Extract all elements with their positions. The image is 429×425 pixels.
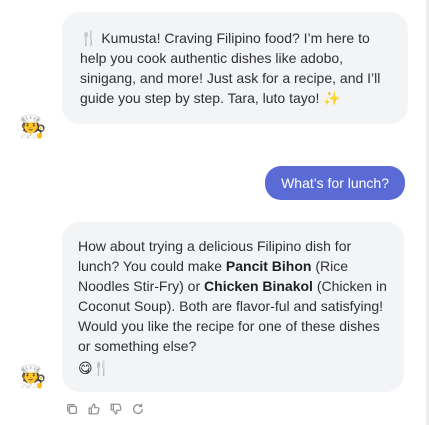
bot-avatar: 🧑‍🍳	[18, 362, 48, 392]
copy-icon[interactable]	[64, 401, 80, 417]
chef-avatar-icon: 🧑‍🍳	[19, 364, 47, 389]
dish-name-pancit-bihon: Pancit Bihon	[225, 258, 312, 274]
sparkle-emoji: ✨	[323, 90, 341, 106]
chef-avatar-icon: 🧑‍🍳	[19, 114, 47, 139]
user-message-text: What’s for lunch?	[281, 175, 389, 191]
bot-message-bubble: 🍴 Kumusta! Craving Filipino food? I’m he…	[62, 12, 408, 124]
emoji-line: 😋🍴	[78, 360, 111, 376]
bot-message-bubble: How about trying a delicious Filipino di…	[62, 222, 404, 392]
user-message-bubble: What’s for lunch?	[265, 166, 405, 200]
regenerate-icon[interactable]	[130, 401, 146, 417]
bot-avatar: 🧑‍🍳	[18, 112, 48, 142]
thumbs-up-icon[interactable]	[86, 401, 102, 417]
fork-knife-emoji: 🍴	[80, 30, 98, 46]
dish-name-chicken-binakol: Chicken Binakol	[204, 278, 313, 294]
message-actions	[64, 401, 146, 417]
thumbs-down-icon[interactable]	[108, 401, 124, 417]
